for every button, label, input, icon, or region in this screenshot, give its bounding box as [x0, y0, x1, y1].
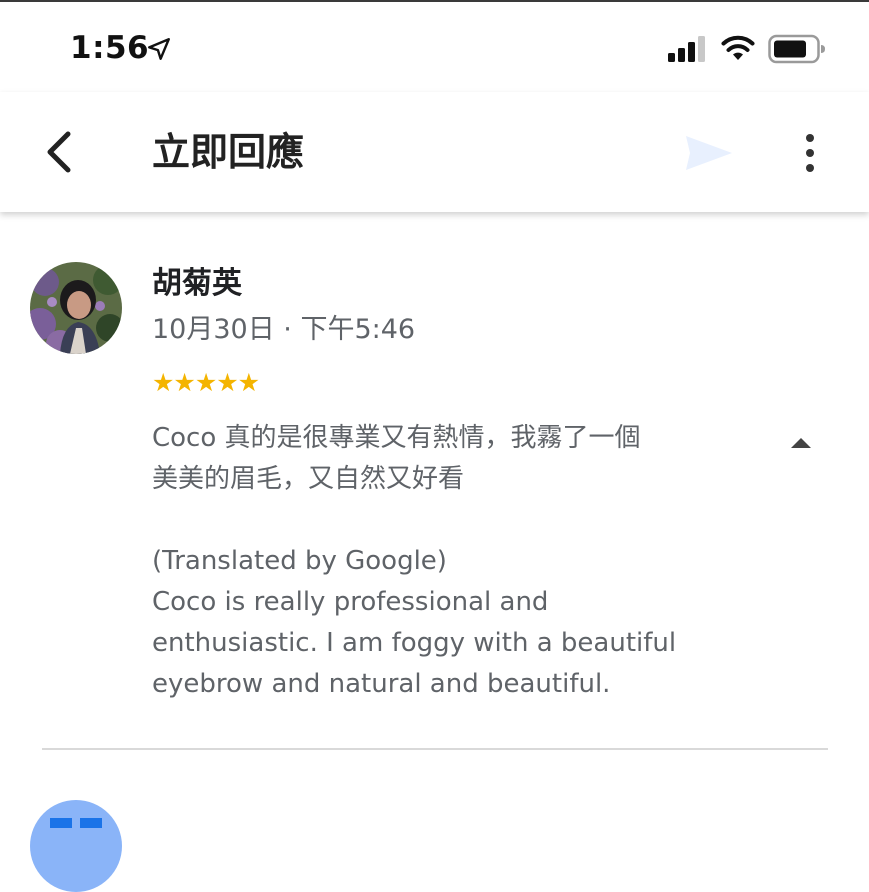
back-button[interactable] — [38, 130, 82, 174]
translation-label: (Translated by Google) — [152, 546, 447, 576]
location-arrow-icon — [148, 38, 170, 60]
review-original-text: Coco 真的是很專業又有熱情，我霧了一個 美美的眉毛，又自然又好看 — [152, 423, 641, 494]
page-title: 立即回應 — [152, 130, 305, 174]
divider — [42, 748, 828, 750]
star-rating: ★★★★★ — [152, 368, 260, 397]
battery-icon — [768, 34, 825, 64]
review-body: Coco 真的是很專業又有熱情，我霧了一個 美美的眉毛，又自然又好看 (Tran… — [152, 418, 752, 705]
reviewer-name: 胡菊英 — [152, 266, 242, 301]
send-icon[interactable] — [684, 134, 734, 172]
arrow-up-icon[interactable] — [784, 428, 818, 458]
more-vert-icon[interactable] — [794, 132, 826, 174]
cellular-signal-icon — [668, 36, 705, 62]
review-translated-text: Coco is really professional and enthusia… — [152, 587, 677, 699]
review-date: 10月30日 · 下午5:46 — [152, 314, 416, 345]
screen-top-edge — [0, 0, 869, 2]
status-time: 1:56 — [70, 30, 150, 66]
app-bar: 立即回應 — [0, 92, 869, 212]
next-reviewer-avatar[interactable] — [30, 800, 122, 892]
avatar[interactable] — [30, 262, 122, 354]
reviewer-photo — [30, 262, 122, 354]
wifi-icon — [721, 35, 755, 60]
